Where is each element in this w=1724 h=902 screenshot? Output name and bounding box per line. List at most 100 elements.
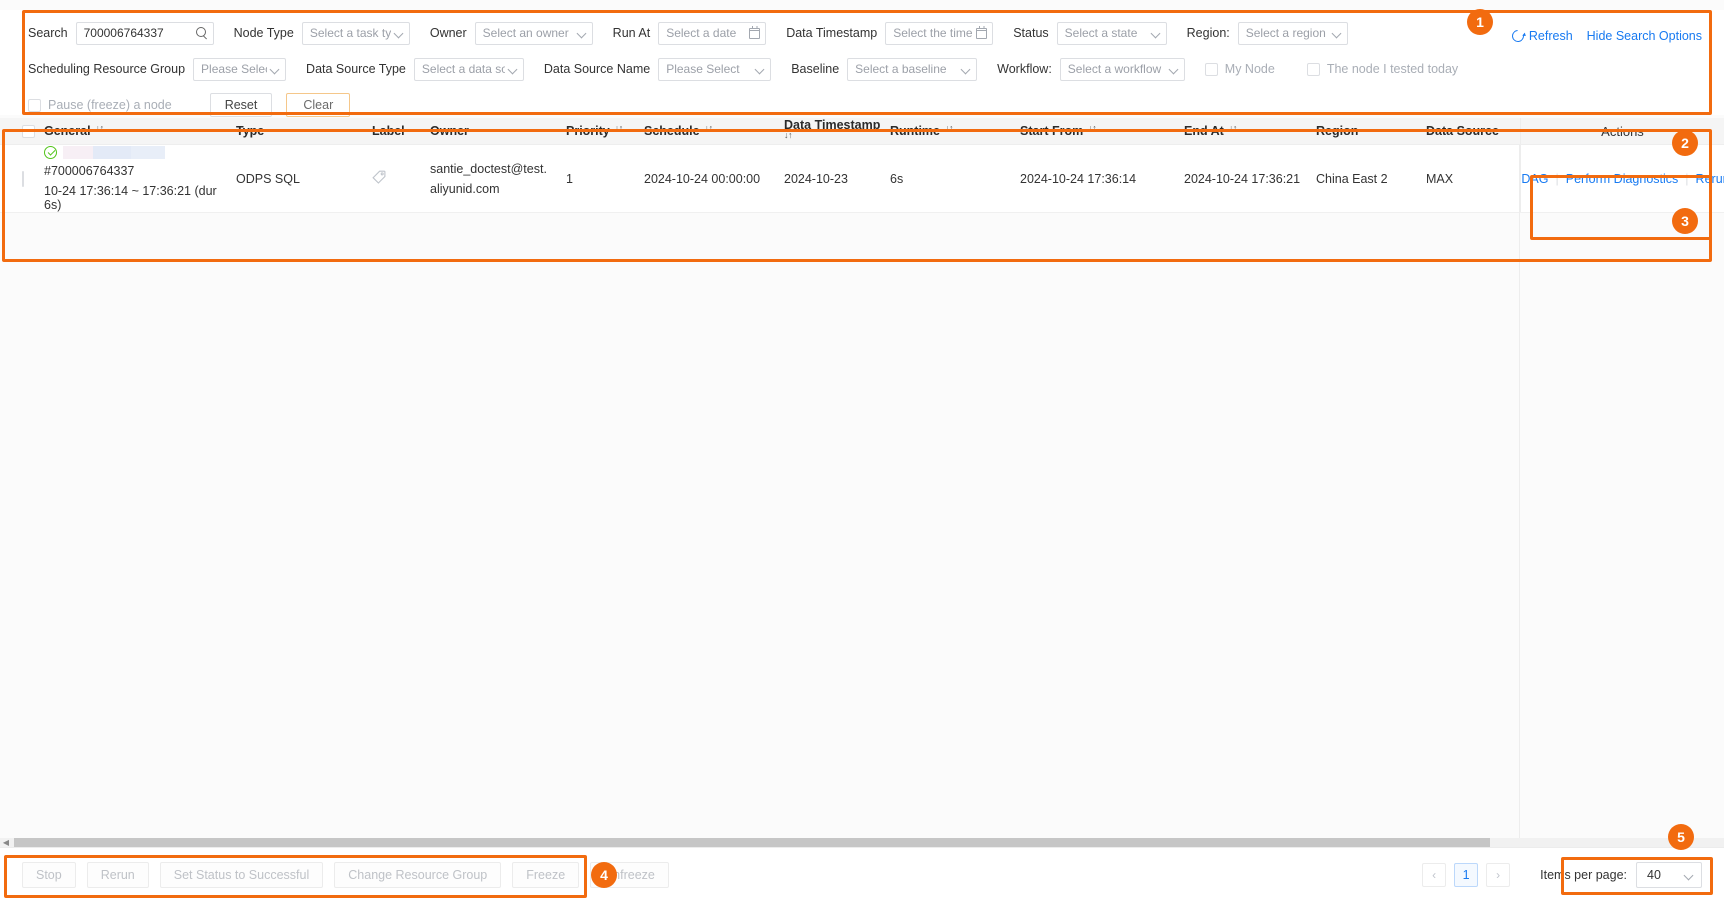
sort-icon[interactable] bbox=[1229, 125, 1238, 137]
rerun-button[interactable]: Rerun bbox=[86, 862, 149, 888]
search-label: Search bbox=[28, 26, 68, 40]
instance-id: #700006764337 bbox=[44, 163, 135, 178]
column-header-end-at[interactable]: End At bbox=[1184, 124, 1316, 138]
calendar-icon bbox=[749, 25, 761, 39]
dag-link[interactable]: DAG bbox=[1521, 172, 1548, 186]
column-header-schedule[interactable]: Schedule bbox=[644, 124, 784, 138]
checkbox-box bbox=[1204, 62, 1218, 76]
change-resource-group-button[interactable]: Change Resource Group bbox=[334, 862, 502, 888]
set-status-successful-button[interactable]: Set Status to Successful bbox=[159, 862, 324, 888]
region-select[interactable]: Select a region bbox=[1237, 21, 1348, 45]
chevron-down-icon bbox=[578, 29, 587, 38]
checkbox-box bbox=[28, 98, 41, 112]
data-timestamp-label: Data Timestamp bbox=[786, 26, 878, 40]
items-per-page-select[interactable]: 40 bbox=[1636, 862, 1702, 888]
chevron-down-icon bbox=[271, 65, 280, 74]
column-header-priority[interactable]: Priority bbox=[566, 124, 644, 138]
current-page-button[interactable]: 1 bbox=[1454, 863, 1479, 887]
freeze-button[interactable]: Freeze bbox=[512, 862, 580, 888]
cell-type: ODPS SQL bbox=[236, 171, 300, 186]
owner-label: Owner bbox=[429, 26, 467, 40]
run-at-datepicker[interactable]: Select a date bbox=[658, 21, 767, 45]
column-header-label: Label bbox=[372, 124, 405, 138]
column-header-region: Region bbox=[1316, 124, 1359, 138]
status-select[interactable]: Select a state bbox=[1056, 21, 1167, 45]
scrollbar-thumb[interactable] bbox=[14, 838, 1490, 847]
sort-icon[interactable] bbox=[96, 125, 105, 137]
data-source-type-select[interactable]: Select a data source bbox=[413, 57, 524, 81]
node-name-row bbox=[44, 145, 236, 159]
action-separator: | bbox=[1555, 171, 1559, 186]
node-type-select[interactable]: Select a task type bbox=[301, 21, 410, 45]
cell-region: China East 2 bbox=[1316, 171, 1388, 186]
pause-freeze-checkbox[interactable]: Pause (freeze) a node bbox=[28, 98, 172, 112]
perform-diagnostics-link[interactable]: Perform Diagnostics bbox=[1566, 172, 1679, 186]
sort-icon[interactable] bbox=[705, 125, 714, 137]
column-header-general[interactable]: General bbox=[44, 124, 236, 138]
column-header-start-from[interactable]: Start From bbox=[1020, 124, 1184, 138]
row-select-checkbox[interactable] bbox=[0, 170, 44, 187]
cell-data-timestamp: 2024-10-23 bbox=[784, 171, 848, 186]
search-panel: Search 700006764337 Node Type Select a t… bbox=[0, 10, 1724, 117]
sort-icon[interactable] bbox=[945, 125, 954, 137]
scheduling-resource-group-select[interactable]: Please Select bbox=[193, 57, 287, 81]
reset-button[interactable]: Reset bbox=[209, 93, 273, 117]
run-at-label: Run At bbox=[612, 26, 651, 40]
tag-icon[interactable] bbox=[372, 170, 386, 184]
search-icon bbox=[195, 27, 208, 39]
workflow-label: Workflow: bbox=[997, 62, 1052, 76]
column-header-actions: Actions bbox=[1520, 118, 1724, 144]
cell-schedule: 2024-10-24 00:00:00 bbox=[644, 171, 761, 186]
data-timestamp-datepicker[interactable]: Select the timestamp bbox=[885, 21, 994, 45]
baseline-label: Baseline bbox=[791, 62, 840, 76]
workflow-select[interactable]: Select a workflow bbox=[1059, 57, 1185, 81]
chevron-down-icon bbox=[1333, 29, 1342, 38]
chevron-down-icon bbox=[1152, 29, 1161, 38]
cell-end-at: 2024-10-24 17:36:21 bbox=[1184, 171, 1301, 186]
prev-page-button[interactable]: ‹ bbox=[1422, 863, 1447, 887]
horizontal-scrollbar[interactable]: ◀ bbox=[0, 838, 1724, 847]
cell-start-from: 2024-10-24 17:36:14 bbox=[1020, 171, 1137, 186]
tested-today-checkbox[interactable]: The node I tested today bbox=[1306, 62, 1458, 76]
owner-select[interactable]: Select an owner bbox=[474, 21, 593, 45]
success-status-icon bbox=[44, 145, 57, 159]
chevron-down-icon bbox=[509, 65, 518, 74]
rerun-link[interactable]: Rerun bbox=[1696, 172, 1724, 186]
clear-button[interactable]: Clear bbox=[286, 93, 351, 117]
sort-icon[interactable] bbox=[1088, 125, 1097, 137]
hide-search-options-link[interactable]: Hide Search Options bbox=[1587, 29, 1702, 43]
search-input[interactable]: 700006764337 bbox=[75, 21, 214, 45]
region-label: Region: bbox=[1186, 26, 1230, 40]
data-source-name-select[interactable]: Please Select bbox=[658, 57, 772, 81]
sort-icon[interactable] bbox=[784, 132, 793, 144]
action-separator: | bbox=[1685, 171, 1689, 186]
cell-data-source: MAX bbox=[1426, 171, 1454, 186]
chevron-down-icon bbox=[395, 29, 404, 38]
items-per-page: Items per page: 40 bbox=[1540, 862, 1702, 888]
unfreeze-button[interactable]: Unfreeze bbox=[590, 862, 669, 888]
column-header-data-source: Data Source bbox=[1426, 124, 1499, 138]
column-header-owner: Owner bbox=[430, 124, 469, 138]
chevron-down-icon bbox=[962, 65, 971, 74]
bulk-actions-footer: Stop Rerun Set Status to Successful Chan… bbox=[0, 847, 1724, 902]
refresh-button[interactable]: Refresh bbox=[1509, 27, 1573, 45]
sort-icon[interactable] bbox=[615, 125, 624, 137]
status-label: Status bbox=[1013, 26, 1049, 40]
scheduling-resource-group-label: Scheduling Resource Group bbox=[28, 62, 186, 76]
chevron-down-icon bbox=[1685, 871, 1694, 880]
stop-button[interactable]: Stop bbox=[22, 862, 76, 888]
chevron-down-icon bbox=[756, 65, 765, 74]
next-page-button[interactable]: › bbox=[1486, 863, 1511, 887]
checkbox-box bbox=[22, 170, 24, 187]
my-node-checkbox[interactable]: My Node bbox=[1204, 62, 1275, 76]
scroll-left-arrow[interactable]: ◀ bbox=[0, 838, 12, 847]
cell-runtime: 6s bbox=[890, 171, 904, 186]
column-header-runtime[interactable]: Runtime bbox=[890, 124, 1020, 138]
column-header-data-timestamp[interactable]: Data Timestamp bbox=[784, 118, 890, 144]
select-all-checkbox[interactable] bbox=[0, 124, 44, 138]
table-row[interactable]: #700006764337 10-24 17:36:14 ~ 17:36:21 … bbox=[0, 145, 1724, 213]
node-type-label: Node Type bbox=[233, 26, 294, 40]
node-name-redacted bbox=[63, 145, 165, 159]
data-source-type-label: Data Source Type bbox=[306, 62, 406, 76]
baseline-select[interactable]: Select a baseline bbox=[847, 57, 978, 81]
